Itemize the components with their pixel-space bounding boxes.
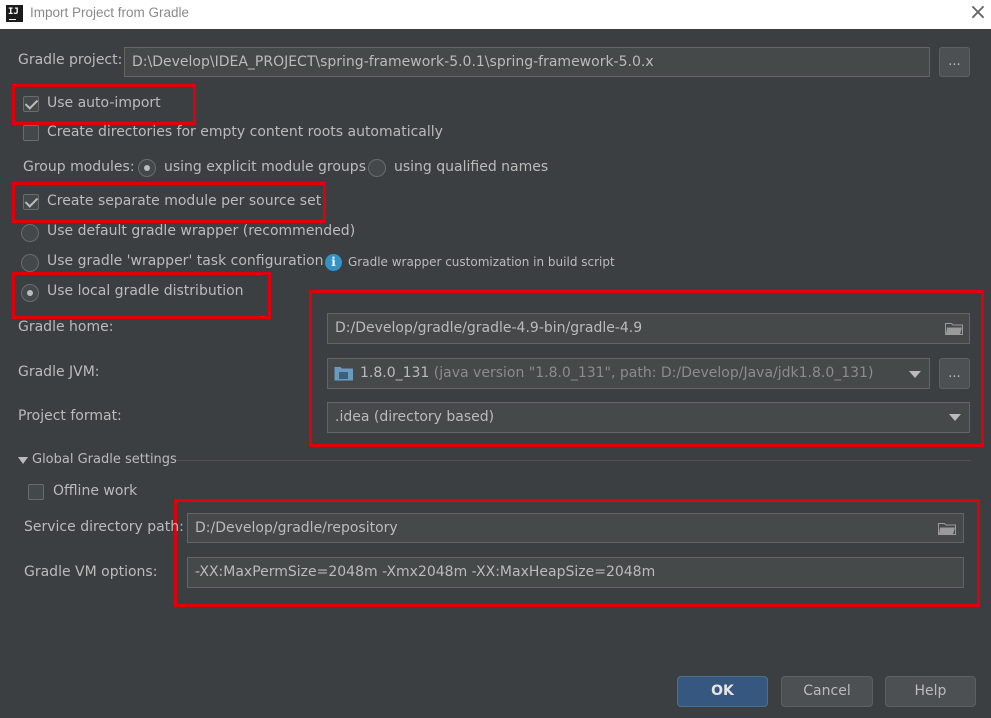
local-distribution-radio[interactable] bbox=[21, 284, 39, 302]
auto-import-checkbox[interactable] bbox=[23, 96, 39, 112]
window-title: Import Project from Gradle bbox=[30, 5, 190, 20]
gradle-jvm-select[interactable]: 1.8.0_131 (java version "1.8.0_131", pat… bbox=[327, 358, 930, 389]
group-modules-label: Group modules: bbox=[23, 159, 135, 175]
separate-module-label: Create separate module per source set bbox=[47, 193, 322, 209]
gradle-vm-options-input[interactable]: -XX:MaxPermSize=2048m -Xmx2048m -XX:MaxH… bbox=[187, 557, 964, 588]
offline-work-checkbox[interactable] bbox=[28, 484, 44, 500]
gradle-project-browse-button[interactable]: ... bbox=[939, 47, 970, 77]
gradle-home-input[interactable]: D:/Develop/gradle/gradle-4.9-bin/gradle-… bbox=[327, 313, 970, 344]
wrapper-task-radio[interactable] bbox=[21, 254, 39, 272]
section-divider bbox=[177, 460, 971, 461]
intellij-app-icon: IJ bbox=[6, 5, 23, 22]
title-bar: IJ Import Project from Gradle × bbox=[0, 0, 991, 29]
gradle-jvm-label: Gradle JVM: bbox=[18, 364, 100, 380]
project-format-label: Project format: bbox=[18, 408, 122, 424]
collapse-triangle-icon[interactable] bbox=[18, 457, 28, 464]
global-gradle-settings-header[interactable]: Global Gradle settings bbox=[32, 452, 177, 467]
explicit-module-groups-label: using explicit module groups bbox=[164, 159, 366, 175]
qualified-names-radio[interactable] bbox=[368, 159, 386, 177]
wrapper-info-text: Gradle wrapper customization in build sc… bbox=[348, 255, 615, 269]
offline-work-label: Offline work bbox=[53, 483, 138, 499]
gradle-home-folder-icon[interactable] bbox=[945, 322, 963, 335]
service-directory-label: Service directory path: bbox=[24, 519, 184, 535]
project-format-select[interactable]: .idea (directory based) bbox=[327, 402, 970, 433]
gradle-home-label: Gradle home: bbox=[18, 319, 114, 335]
service-directory-folder-icon[interactable] bbox=[938, 522, 956, 535]
create-directories-label: Create directories for empty content roo… bbox=[47, 124, 443, 140]
jvm-version-text: 1.8.0_131 bbox=[360, 365, 430, 381]
create-directories-checkbox[interactable] bbox=[23, 125, 39, 141]
default-wrapper-radio[interactable] bbox=[21, 224, 39, 242]
separate-module-checkbox[interactable] bbox=[23, 194, 39, 210]
cancel-button[interactable]: Cancel bbox=[781, 676, 873, 707]
jvm-dropdown-chevron-down-icon[interactable] bbox=[909, 371, 921, 378]
gradle-jvm-browse-button[interactable]: ... bbox=[939, 358, 970, 389]
service-directory-input[interactable]: D:/Develop/gradle/repository bbox=[187, 513, 964, 543]
default-wrapper-label: Use default gradle wrapper (recommended) bbox=[47, 223, 356, 239]
project-format-chevron-down-icon[interactable] bbox=[949, 414, 961, 421]
jdk-folder-icon bbox=[334, 367, 353, 381]
close-icon[interactable]: × bbox=[968, 2, 988, 24]
gradle-project-input[interactable]: D:\Develop\IDEA_PROJECT\spring-framework… bbox=[124, 47, 930, 77]
explicit-module-groups-radio[interactable] bbox=[138, 159, 156, 177]
help-button[interactable]: Help bbox=[885, 676, 976, 707]
auto-import-label: Use auto-import bbox=[47, 95, 161, 111]
gradle-vm-options-label: Gradle VM options: bbox=[24, 564, 158, 580]
jvm-version-detail: (java version "1.8.0_131", path: D:/Deve… bbox=[433, 365, 874, 381]
info-icon: i bbox=[325, 254, 342, 271]
ok-button[interactable]: OK bbox=[677, 676, 768, 707]
qualified-names-label: using qualified names bbox=[394, 159, 549, 175]
local-distribution-label: Use local gradle distribution bbox=[47, 283, 244, 299]
gradle-project-label: Gradle project: bbox=[18, 52, 123, 68]
wrapper-task-label: Use gradle 'wrapper' task configuration bbox=[47, 253, 324, 269]
